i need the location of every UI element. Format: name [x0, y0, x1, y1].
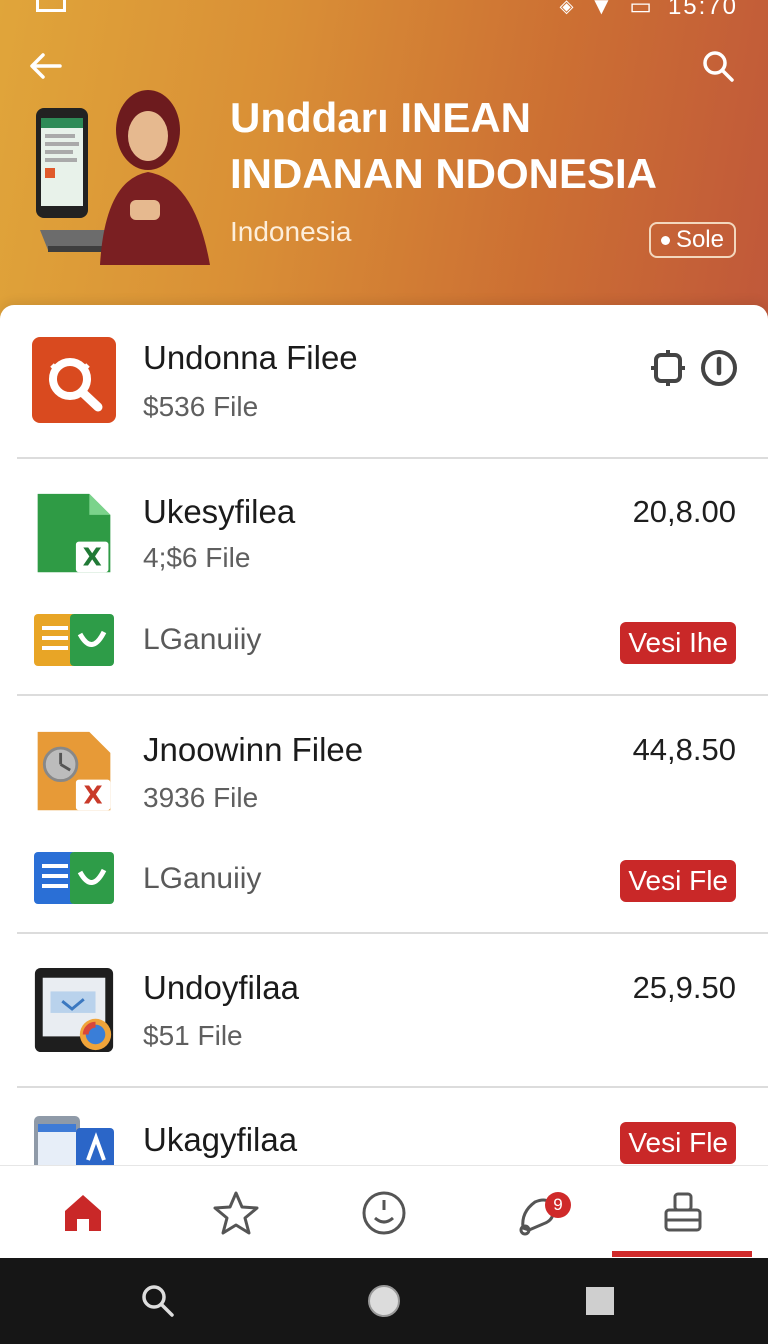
info-icon[interactable]	[700, 349, 738, 387]
item-name: Ukagyfilaa	[143, 1121, 298, 1158]
system-recents-button[interactable]	[577, 1278, 623, 1324]
docs-folder-icon	[34, 614, 114, 666]
notification-badge: 9	[545, 1192, 571, 1218]
system-nav-bar	[0, 1258, 768, 1344]
item-name: Undoyfilaa	[143, 969, 299, 1006]
tablet-app-icon	[34, 967, 114, 1053]
sale-badge[interactable]: Sole	[648, 222, 736, 258]
item-amount: 20,8.00	[632, 494, 736, 529]
profile-card-icon	[664, 1192, 702, 1232]
square-recents-icon	[586, 1287, 614, 1315]
page-subtitle: Indonesia	[230, 216, 352, 247]
nav-activity[interactable]	[349, 1180, 419, 1246]
list-item[interactable]: Ukagyfilaa Vesi Fle	[0, 1088, 768, 1165]
search-icon	[703, 51, 734, 82]
title-line-1: Unddarı INEAN	[230, 94, 532, 141]
system-home-button[interactable]	[361, 1278, 407, 1324]
divider	[17, 457, 768, 459]
arrow-left-icon	[30, 53, 62, 79]
status-bar: ◈ ▼ ▭ 15:70	[0, 0, 768, 20]
hero-illustration	[36, 90, 210, 265]
system-search-button[interactable]	[135, 1278, 181, 1324]
item-meta: $536 File	[143, 391, 259, 422]
list-item[interactable]: Undoyfilaa $51 File 25,9.50	[0, 936, 768, 1088]
signal-icon: ◈	[559, 0, 576, 16]
spreadsheet-file-icon: X	[37, 493, 111, 573]
list-item[interactable]: X Ukesyfilea 4;$6 File 20,8.00 LGanuiiy …	[0, 460, 768, 698]
clock-file-icon: X	[37, 731, 111, 811]
wifi-icon: ▼	[589, 0, 616, 20]
settings-gear-icon[interactable]	[650, 349, 686, 387]
item-meta: 4;$6 File	[143, 542, 251, 573]
active-tab-indicator	[612, 1251, 752, 1257]
status-icons: ◈ ▼ ▭ 15:70	[560, 0, 738, 21]
item-meta: 3936 File	[143, 782, 259, 813]
notification-icon	[36, 0, 66, 12]
item-amount: 25,9.50	[632, 970, 736, 1005]
item-sub-label: LGanuiiy	[143, 862, 262, 895]
search-button[interactable]	[696, 44, 740, 88]
blue-docs-icon	[34, 852, 114, 904]
page-title: Unddarı INEAN INDANAN NDONESIA	[230, 90, 750, 202]
divider	[17, 694, 768, 696]
calendar-app-icon	[34, 1116, 114, 1165]
svg-text:X: X	[84, 781, 103, 810]
list-item[interactable]: X Jnoowinn Filee 3936 File 44,8.50 LGanu…	[0, 698, 768, 936]
header-banner: ◈ ▼ ▭ 15:70 Unddarı INEAN INDANAN NDONES…	[0, 0, 768, 330]
bottom-nav: 9	[0, 1165, 768, 1261]
nav-profile[interactable]	[648, 1180, 718, 1246]
file-list: Undonna Filee $536 File X Ukesyfilea 4;$…	[0, 305, 768, 1165]
item-tag[interactable]: Vesi Fle	[620, 860, 736, 902]
item-name: Undonna Filee	[143, 339, 358, 376]
battery-icon: ▭	[629, 0, 654, 20]
svg-text:X: X	[83, 543, 102, 572]
item-tag[interactable]: Vesi Ihe	[620, 622, 736, 664]
item-tag[interactable]: Vesi Fle	[620, 1122, 736, 1164]
dot-icon	[660, 235, 670, 245]
item-amount: 44,8.50	[632, 732, 736, 767]
nav-home[interactable]	[48, 1180, 118, 1246]
item-name: Jnoowinn Filee	[143, 731, 364, 768]
nav-notifications[interactable]: 9	[503, 1180, 573, 1246]
item-name: Ukesyfilea	[143, 493, 296, 530]
item-sub-label: LGanuiiy	[143, 623, 262, 656]
list-item[interactable]: Undonna Filee $536 File	[0, 305, 768, 460]
smiley-icon	[362, 1191, 406, 1235]
item-actions	[650, 349, 738, 387]
star-icon	[213, 1191, 259, 1235]
search-app-icon	[32, 337, 116, 423]
item-meta: $51 File	[143, 1020, 243, 1051]
circle-home-icon	[368, 1285, 400, 1317]
home-icon	[65, 1195, 101, 1231]
sale-badge-label: Sole	[675, 226, 724, 253]
nav-favorites[interactable]	[201, 1180, 271, 1246]
status-time: 15:70	[667, 0, 738, 20]
title-line-2: INDANAN NDONESIA	[230, 150, 658, 197]
divider	[17, 932, 768, 934]
search-icon	[142, 1285, 174, 1317]
